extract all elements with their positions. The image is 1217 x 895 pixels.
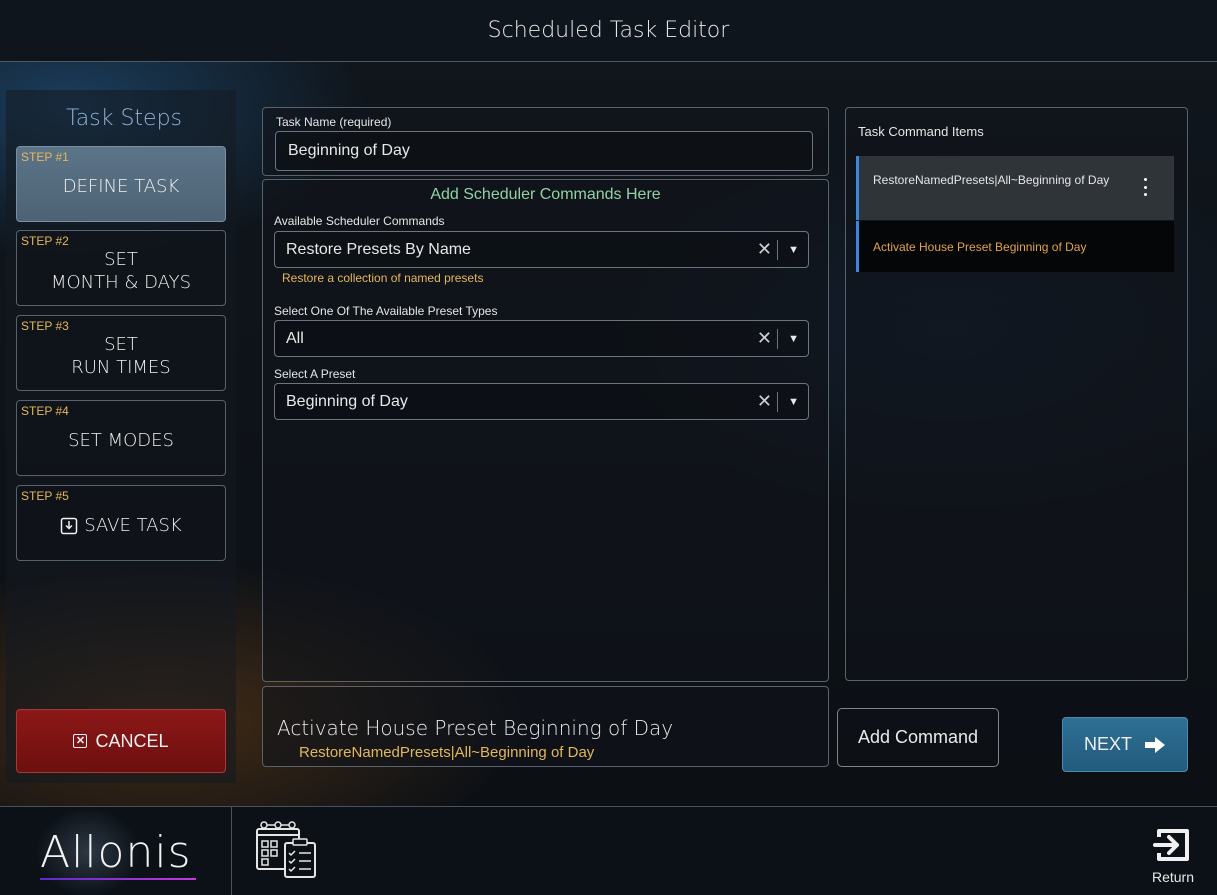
- logo-area: Allonis: [0, 807, 232, 895]
- clear-icon[interactable]: ✕: [757, 321, 772, 356]
- command-item[interactable]: RestoreNamedPresets|All~Beginning of Day: [856, 156, 1174, 220]
- page-title: Scheduled Task Editor: [487, 18, 730, 43]
- return-label: Return: [1151, 869, 1195, 885]
- add-command-button[interactable]: Add Command: [837, 708, 999, 767]
- preset-label: Select A Preset: [274, 367, 356, 381]
- task-name-label: Task Name (required): [276, 115, 392, 129]
- cancel-button[interactable]: ✕ CANCEL: [16, 709, 226, 773]
- step-label: SET MODES: [68, 430, 174, 452]
- task-command-items-panel: Task Command Items RestoreNamedPresets|A…: [845, 107, 1188, 681]
- divider: [777, 329, 778, 349]
- divider: [777, 392, 778, 412]
- allonis-logo: Allonis: [40, 827, 192, 878]
- preset-select[interactable]: Beginning of Day ✕ ▼: [274, 383, 809, 420]
- save-icon: [61, 517, 78, 535]
- next-label: NEXT: [1083, 734, 1132, 754]
- cancel-label: CANCEL: [95, 730, 169, 751]
- step-label-wrapper: SAVE TASK: [17, 486, 225, 560]
- divider: [777, 240, 778, 260]
- command-item[interactable]: Activate House Preset Beginning of Day: [856, 221, 1174, 272]
- command-items-label: Task Command Items: [858, 124, 984, 139]
- task-name-input[interactable]: Beginning of Day: [275, 131, 813, 171]
- more-vertical-icon[interactable]: [1140, 176, 1150, 198]
- next-button[interactable]: NEXT: [1062, 717, 1188, 772]
- step-label: SAVE TASK: [84, 515, 182, 537]
- summary-command: Activate House Preset Beginning of Day: [277, 716, 674, 740]
- command-item-text: Activate House Preset Beginning of Day: [873, 239, 1087, 254]
- available-commands-helper: Restore a collection of named presets: [282, 271, 484, 285]
- logo-underline: [40, 878, 196, 880]
- step-label: SET MONTH & DAYS: [50, 248, 192, 293]
- command-summary-panel: Activate House Preset Beginning of Day R…: [262, 686, 829, 767]
- select-value: Beginning of Day: [286, 392, 408, 410]
- step-save-task[interactable]: STEP #5 SAVE TASK: [16, 485, 226, 561]
- task-name-panel: Task Name (required) Beginning of Day: [262, 107, 829, 176]
- preset-type-select[interactable]: All ✕ ▼: [274, 320, 809, 357]
- sidebar-heading: Task Steps: [65, 106, 183, 131]
- return-button[interactable]: Return: [1135, 821, 1211, 889]
- exit-icon: [1153, 829, 1189, 861]
- chevron-down-icon[interactable]: ▼: [788, 384, 799, 419]
- clear-icon[interactable]: ✕: [757, 232, 772, 267]
- chevron-down-icon[interactable]: ▼: [788, 232, 799, 267]
- step-label: SET RUN TIMES: [71, 333, 171, 378]
- chevron-down-icon[interactable]: ▼: [788, 321, 799, 356]
- step-set-month-days[interactable]: STEP #2 SET MONTH & DAYS: [16, 230, 226, 306]
- step-define-task[interactable]: STEP #1 DEFINE TASK: [16, 146, 226, 222]
- step-label: DEFINE TASK: [62, 176, 180, 198]
- command-item-text: RestoreNamedPresets|All~Beginning of Day: [873, 173, 1110, 187]
- close-box-icon: ✕: [73, 734, 88, 748]
- clear-icon[interactable]: ✕: [757, 384, 772, 419]
- arrow-right-icon: [1145, 736, 1165, 753]
- task-steps-sidebar: Task Steps STEP #1 DEFINE TASK STEP #2 S…: [6, 90, 236, 783]
- select-value: All: [286, 329, 304, 347]
- preset-type-label: Select One Of The Available Preset Types: [274, 304, 498, 318]
- commands-section-title: Add Scheduler Commands Here: [430, 186, 661, 203]
- summary-code: RestoreNamedPresets|All~Beginning of Day: [299, 744, 595, 761]
- commands-panel: Add Scheduler Commands Here Available Sc…: [262, 179, 829, 682]
- available-commands-select[interactable]: Restore Presets By Name ✕ ▼: [274, 231, 809, 268]
- title-bar: Scheduled Task Editor: [0, 0, 1217, 62]
- available-commands-label: Available Scheduler Commands: [274, 214, 445, 228]
- step-set-modes[interactable]: STEP #4 SET MODES: [16, 400, 226, 476]
- step-set-run-times[interactable]: STEP #3 SET RUN TIMES: [16, 315, 226, 391]
- calendar-checklist-icon[interactable]: [255, 819, 323, 881]
- footer-bar: Allonis Return: [0, 806, 1217, 895]
- select-value: Restore Presets By Name: [286, 240, 471, 258]
